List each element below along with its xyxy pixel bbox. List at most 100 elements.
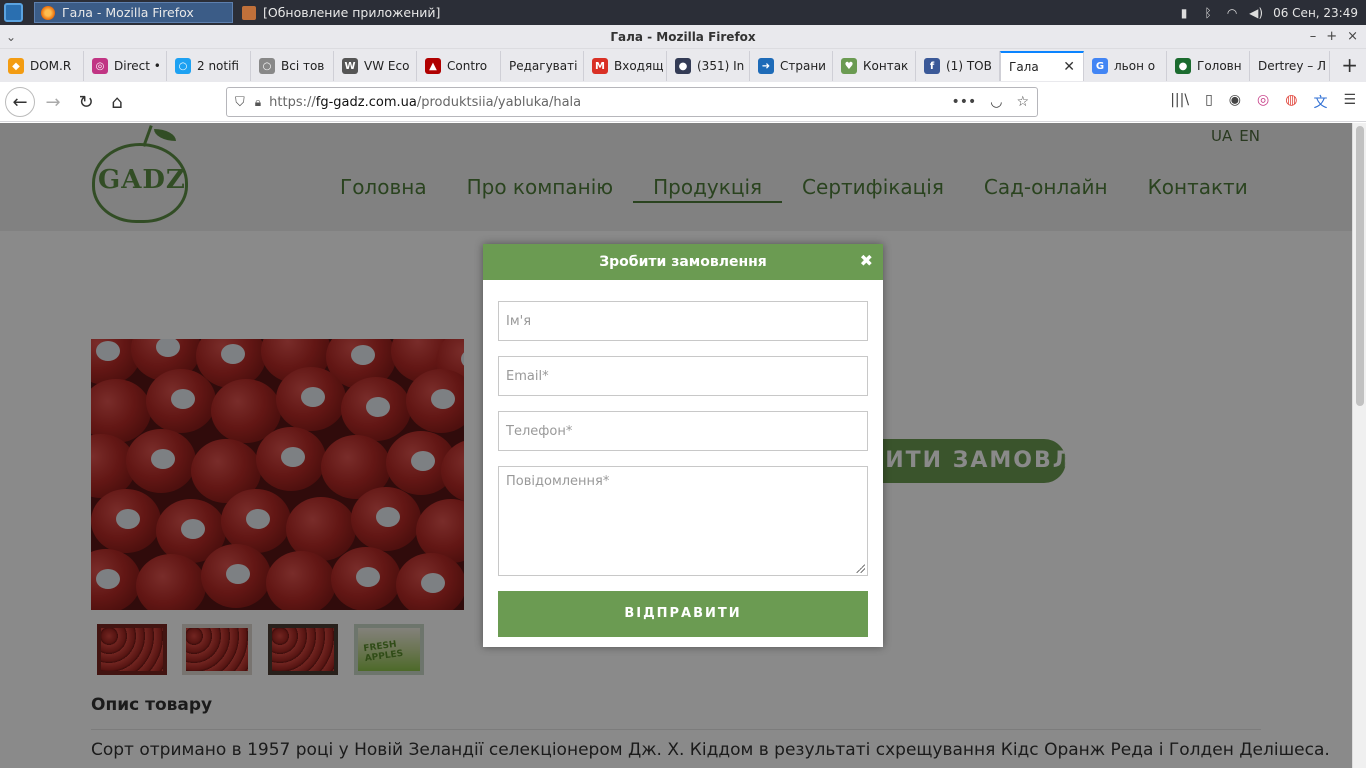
app-menu-icon[interactable]	[4, 3, 23, 22]
tab-favicon-icon: f	[924, 58, 940, 74]
clock[interactable]: 06 Сен, 23:49	[1273, 6, 1358, 20]
browser-tab[interactable]: f (1) ТОВ	[916, 51, 1000, 81]
tab-label: 2 notifi	[197, 59, 239, 73]
taskbar-item-updates[interactable]: [Обновление приложений]	[236, 2, 446, 23]
browser-tab[interactable]: Gльон о	[1084, 51, 1167, 81]
web-page: GADZ UA EN Головна Про компанію Продукці…	[0, 123, 1352, 768]
wifi-icon[interactable]: ◠	[1225, 6, 1239, 20]
browser-tab[interactable]: ▲ Contro	[417, 51, 501, 81]
phone-field[interactable]: Телефон*	[498, 411, 868, 451]
tab-label: Контак	[863, 59, 909, 73]
tab-favicon-icon: ▲	[425, 58, 441, 74]
browser-tab[interactable]: ● (351) In	[667, 51, 750, 81]
browser-tab[interactable]: ◆ DOM.R	[0, 51, 84, 81]
tab-label: Страни	[780, 59, 826, 73]
tab-favicon-icon: G	[1092, 58, 1108, 74]
chevron-down-icon[interactable]: ⌄	[6, 25, 16, 49]
browser-tab[interactable]: ◎ Direct •	[84, 51, 167, 81]
url-path: /produktsiia/yabluka/hala	[416, 94, 582, 110]
url-prefix: https://	[269, 94, 316, 110]
tab-label: Головн	[1197, 59, 1242, 73]
browser-tab[interactable]: ♥ Контак	[833, 51, 916, 81]
system-tray: ▮ ᛒ ◠ ◀) 06 Сен, 23:49	[1177, 0, 1358, 25]
translate-icon[interactable]: 文	[1313, 92, 1327, 112]
window-title: Гала - Mozilla Firefox	[610, 30, 756, 44]
browser-tab[interactable]: Гала ✕	[1000, 51, 1084, 81]
hamburger-menu-icon[interactable]: ☰	[1343, 92, 1356, 112]
url-host: fg-gadz.com.ua	[315, 94, 417, 110]
tab-favicon-icon: ♥	[841, 58, 857, 74]
url-bar[interactable]: ⛉ 🔒︎ https://fg-gadz.com.ua/produktsiia/…	[226, 87, 1038, 117]
tab-strip: ◆ DOM.R ◎ Direct • ○ 2 notifi ○ Всі тов W VW Eco ▲…	[0, 49, 1366, 82]
browser-tab[interactable]: ● Головн	[1167, 51, 1250, 81]
tab-label: Dertrey – Л	[1258, 59, 1327, 73]
extension-icon[interactable]: ◍	[1285, 92, 1297, 112]
tab-favicon-icon: ●	[1175, 58, 1191, 74]
close-window-button[interactable]: ×	[1347, 25, 1358, 49]
reload-button[interactable]: ↻	[71, 87, 101, 117]
tab-favicon-icon: W	[342, 58, 358, 74]
scrollbar-thumb[interactable]	[1356, 126, 1364, 406]
submit-button[interactable]: ВІДПРАВИТИ	[498, 591, 868, 637]
modal-title: Зробити замовлення	[599, 254, 767, 270]
browser-tab[interactable]: ○ Всі тов	[251, 51, 334, 81]
email-field[interactable]: Email*	[498, 356, 868, 396]
message-placeholder: Повідомлення*	[506, 474, 610, 489]
close-icon[interactable]: ✖	[860, 244, 873, 278]
tab-label: (1) ТОВ	[946, 59, 992, 73]
tab-label: Редагуваті	[509, 59, 578, 73]
volume-icon[interactable]: ◀)	[1249, 6, 1263, 20]
lock-icon[interactable]: 🔒︎	[255, 95, 261, 110]
scrollbar[interactable]	[1352, 123, 1366, 768]
bluetooth-icon[interactable]: ᛒ	[1201, 6, 1215, 20]
tab-label: (351) In	[697, 59, 745, 73]
resize-handle-icon[interactable]	[855, 563, 865, 573]
tab-label: Гала	[1009, 60, 1039, 74]
battery-icon[interactable]: ▮	[1177, 6, 1191, 20]
tab-label: DOM.R	[30, 59, 72, 73]
browser-tab[interactable]: ○ 2 notifi	[167, 51, 251, 81]
tab-favicon-icon: ○	[259, 58, 275, 74]
pocket-icon[interactable]: ◡	[990, 94, 1002, 110]
account-icon[interactable]: ◉	[1229, 92, 1241, 112]
bookmark-star-icon[interactable]: ☆	[1016, 94, 1029, 110]
tab-favicon-icon: ○	[175, 58, 191, 74]
firefox-icon	[41, 5, 55, 20]
name-field[interactable]: Ім'я	[498, 301, 868, 341]
browser-tab[interactable]: W VW Eco	[334, 51, 417, 81]
maximize-button[interactable]: +	[1326, 25, 1337, 49]
window-titlebar: ⌄ Гала - Mozilla Firefox – + ×	[0, 25, 1366, 49]
sidebar-icon[interactable]: ▯	[1205, 92, 1213, 112]
browser-tab[interactable]: ➜ Страни	[750, 51, 833, 81]
order-modal: Зробити замовлення ✖ Ім'я Email* Телефон…	[483, 244, 883, 647]
browser-tab[interactable]: Dertrey – Л	[1250, 51, 1330, 81]
extension-icon[interactable]: ◎	[1257, 92, 1269, 112]
close-tab-icon[interactable]: ✕	[1063, 59, 1075, 75]
browser-tab[interactable]: Редагуваті	[501, 51, 584, 81]
back-button[interactable]: ←	[5, 87, 35, 117]
tracking-shield-icon[interactable]: ⛉	[235, 95, 245, 110]
new-tab-button[interactable]: +	[1341, 55, 1358, 75]
update-icon	[242, 5, 256, 20]
taskbar-item-label: Гала - Mozilla Firefox	[62, 5, 194, 20]
tab-label: Входящ	[614, 59, 664, 73]
navigation-toolbar: ← → ↻ ⌂ ⛉ 🔒︎ https://fg-gadz.com.ua/prod…	[0, 82, 1366, 122]
forward-button[interactable]: →	[38, 87, 68, 117]
message-field[interactable]: Повідомлення*	[498, 466, 868, 576]
minimize-button[interactable]: –	[1310, 25, 1317, 49]
modal-header: Зробити замовлення ✖	[483, 244, 883, 280]
tab-favicon-icon: ●	[675, 58, 691, 74]
tab-label: Contro	[447, 59, 488, 73]
tab-favicon-icon: ◎	[92, 58, 108, 74]
tab-label: VW Eco	[364, 59, 410, 73]
taskbar-item-firefox[interactable]: Гала - Mozilla Firefox	[34, 2, 233, 23]
page-actions-icon[interactable]: •••	[951, 94, 976, 110]
tab-favicon-icon: M	[592, 58, 608, 74]
browser-tab[interactable]: M Входящ	[584, 51, 667, 81]
tab-label: Всі тов	[281, 59, 325, 73]
tab-favicon-icon: ◆	[8, 58, 24, 74]
tab-label: Direct •	[114, 59, 161, 73]
library-icon[interactable]: |||\	[1170, 92, 1189, 112]
toolbar-right: |||\ ▯ ◉ ◎ ◍ 文 ☰	[1170, 92, 1356, 112]
home-button[interactable]: ⌂	[102, 87, 132, 117]
